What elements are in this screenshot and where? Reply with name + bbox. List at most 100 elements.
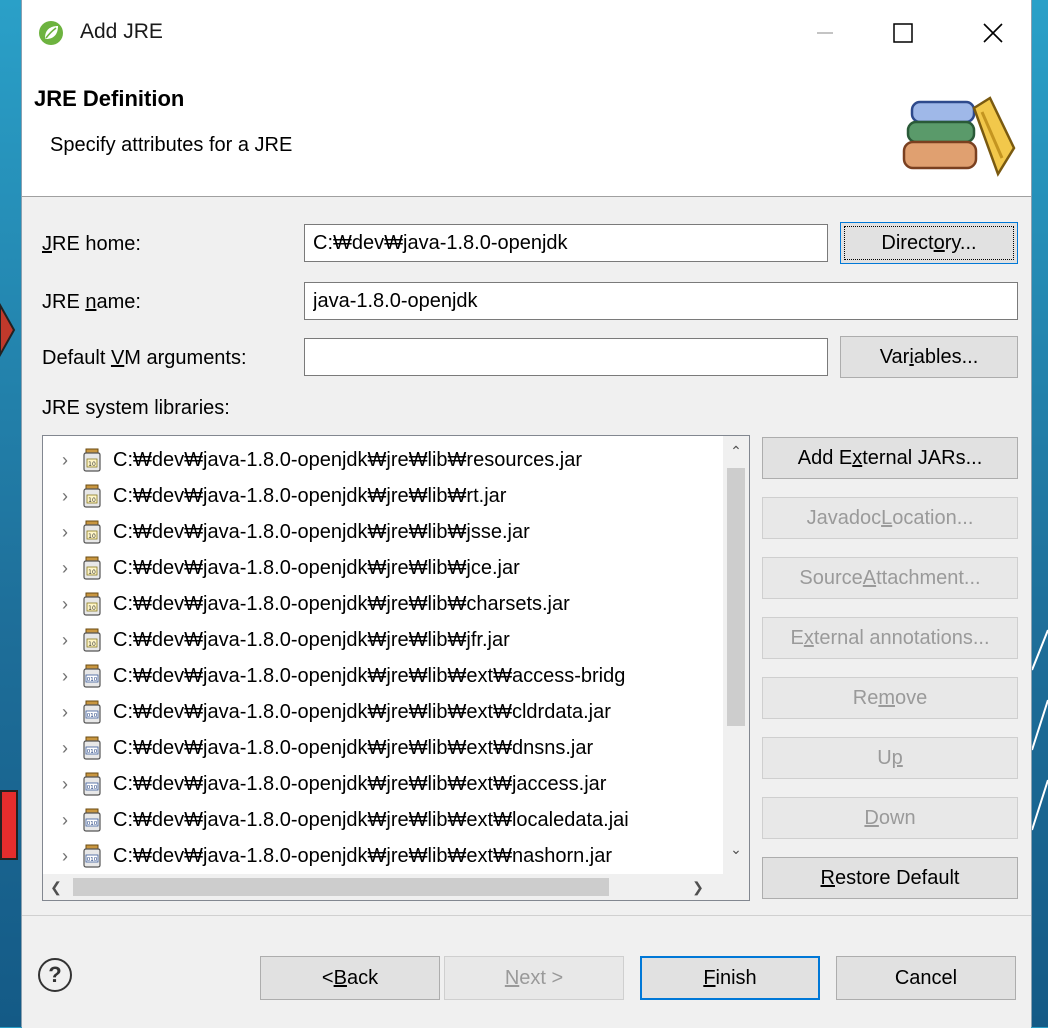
jar-binary-icon: 010: [83, 736, 101, 760]
close-button[interactable]: [970, 14, 1016, 52]
library-path: C:₩dev₩java-1.8.0-openjdk₩jre₩lib₩ext₩cl…: [113, 700, 611, 723]
finish-button[interactable]: Finish: [640, 956, 820, 1000]
vertical-scroll-thumb[interactable]: [727, 468, 745, 726]
close-icon: [983, 23, 1003, 43]
directory-button[interactable]: Direct o ry...: [840, 222, 1018, 264]
library-row[interactable]: › 10 C:₩dev₩java-1.8.0-openjdk₩jre₩lib₩jfr…: [43, 622, 723, 658]
library-path: C:₩dev₩java-1.8.0-openjdk₩jre₩lib₩ext₩ja…: [113, 772, 607, 795]
library-path: C:₩dev₩java-1.8.0-openjdk₩jre₩lib₩ext₩na…: [113, 844, 613, 867]
jre-name-input[interactable]: [304, 282, 1018, 320]
expand-chevron-icon[interactable]: ›: [55, 702, 75, 723]
svg-text:10: 10: [88, 569, 96, 576]
add-external-jars-button[interactable]: Add Ex ternal JARs...: [762, 437, 1018, 479]
library-row[interactable]: › 10 C:₩dev₩java-1.8.0-openjdk₩jre₩lib₩cha…: [43, 586, 723, 622]
jar-binary-icon: 010: [83, 772, 101, 796]
scrollbar-corner: [723, 874, 749, 900]
library-row[interactable]: › 010 C:₩dev₩java-1.8.0-openjdk₩jre₩lib₩ex…: [43, 802, 723, 838]
expand-chevron-icon[interactable]: ›: [55, 486, 75, 507]
svg-text:010: 010: [87, 677, 98, 683]
maximize-icon: [893, 23, 913, 43]
library-row[interactable]: › 10 C:₩dev₩java-1.8.0-openjdk₩jre₩lib₩jss…: [43, 514, 723, 550]
library-row[interactable]: › 010 C:₩dev₩java-1.8.0-openjdk₩jre₩lib₩ex…: [43, 658, 723, 694]
remove-button[interactable]: Re m ove: [762, 677, 1018, 719]
minimize-icon: [817, 32, 833, 34]
svg-text:10: 10: [88, 605, 96, 612]
library-row[interactable]: › 010 C:₩dev₩java-1.8.0-openjdk₩jre₩lib₩ex…: [43, 694, 723, 730]
library-path: C:₩dev₩java-1.8.0-openjdk₩jre₩lib₩ext₩dn…: [113, 736, 594, 759]
system-libraries-label: JRE system libraries:: [42, 397, 230, 419]
jar-source-icon: 10: [83, 556, 101, 580]
expand-chevron-icon[interactable]: ›: [55, 630, 75, 651]
library-books-icon: [902, 96, 1016, 177]
page-title: JRE Definition: [34, 86, 185, 111]
library-row[interactable]: › 010 C:₩dev₩java-1.8.0-openjdk₩jre₩lib₩ex…: [43, 838, 723, 874]
jar-binary-icon: 010: [83, 700, 101, 724]
expand-chevron-icon[interactable]: ›: [55, 774, 75, 795]
minimize-button[interactable]: [802, 14, 848, 52]
page-subtitle: Specify attributes for a JRE: [50, 134, 293, 156]
jar-source-icon: 10: [83, 628, 101, 652]
scroll-right-icon[interactable]: ❯: [685, 874, 711, 900]
expand-chevron-icon[interactable]: ›: [55, 522, 75, 543]
jre-name-label: JRE name:: [42, 291, 141, 313]
background-arrow-shape: [0, 302, 16, 358]
title-bar: Add JRE: [22, 0, 1031, 66]
expand-chevron-icon[interactable]: ›: [55, 846, 75, 867]
library-row[interactable]: › 10 C:₩dev₩java-1.8.0-openjdk₩jre₩lib₩res…: [43, 442, 723, 478]
help-icon[interactable]: ?: [38, 958, 72, 992]
svg-text:010: 010: [87, 713, 98, 719]
jar-source-icon: 10: [83, 520, 101, 544]
expand-chevron-icon[interactable]: ›: [55, 558, 75, 579]
svg-text:10: 10: [88, 461, 96, 468]
down-button[interactable]: Down: [762, 797, 1018, 839]
vm-arguments-label: Default VM arguments:: [42, 347, 247, 369]
jar-source-icon: 10: [83, 484, 101, 508]
scroll-down-icon[interactable]: ⌄: [723, 836, 749, 862]
background-red-marker: [0, 790, 18, 860]
cancel-button[interactable]: Cancel: [836, 956, 1016, 1000]
horizontal-scrollbar[interactable]: ❮ ❯: [43, 874, 725, 900]
svg-text:010: 010: [87, 749, 98, 755]
svg-text:10: 10: [88, 497, 96, 504]
svg-text:010: 010: [87, 857, 98, 863]
library-path: C:₩dev₩java-1.8.0-openjdk₩jre₩lib₩jsse.j…: [113, 520, 530, 543]
wizard-header: JRE Definition Specify attributes for a …: [22, 66, 1031, 197]
library-row[interactable]: › 010 C:₩dev₩java-1.8.0-openjdk₩jre₩lib₩ex…: [43, 766, 723, 802]
expand-chevron-icon[interactable]: ›: [55, 738, 75, 759]
jre-home-label: JRE home:: [42, 233, 141, 255]
vertical-scrollbar[interactable]: ⌃ ⌄: [723, 436, 749, 874]
source-attachment-button[interactable]: Source Attachment...: [762, 557, 1018, 599]
library-row[interactable]: › 010 C:₩dev₩java-1.8.0-openjdk₩jre₩lib₩ex…: [43, 730, 723, 766]
jre-home-input[interactable]: [304, 224, 828, 262]
expand-chevron-icon[interactable]: ›: [55, 450, 75, 471]
horizontal-scroll-thumb[interactable]: [73, 878, 609, 896]
next-button[interactable]: Next >: [444, 956, 624, 1000]
javadoc-location-button[interactable]: Javadoc Location...: [762, 497, 1018, 539]
restore-default-button[interactable]: Restore Default: [762, 857, 1018, 899]
up-button[interactable]: Up: [762, 737, 1018, 779]
library-path: C:₩dev₩java-1.8.0-openjdk₩jre₩lib₩resour…: [113, 448, 583, 471]
maximize-button[interactable]: [880, 14, 926, 52]
svg-text:10: 10: [88, 533, 96, 540]
add-jre-dialog: Add JRE JRE Definition Specify attribute…: [21, 0, 1032, 1028]
library-path: C:₩dev₩java-1.8.0-openjdk₩jre₩lib₩ext₩lo…: [113, 808, 629, 831]
system-libraries-tree[interactable]: › 10 C:₩dev₩java-1.8.0-openjdk₩jre₩lib₩res…: [42, 435, 750, 901]
library-path: C:₩dev₩java-1.8.0-openjdk₩jre₩lib₩jfr.ja…: [113, 628, 510, 651]
library-row[interactable]: › 10 C:₩dev₩java-1.8.0-openjdk₩jre₩lib₩rt.…: [43, 478, 723, 514]
expand-chevron-icon[interactable]: ›: [55, 810, 75, 831]
scroll-up-icon[interactable]: ⌃: [723, 438, 749, 464]
expand-chevron-icon[interactable]: ›: [55, 594, 75, 615]
jar-source-icon: 10: [83, 592, 101, 616]
vm-arguments-input[interactable]: [304, 338, 828, 376]
svg-text:010: 010: [87, 821, 98, 827]
svg-text:10: 10: [88, 641, 96, 648]
library-path: C:₩dev₩java-1.8.0-openjdk₩jre₩lib₩jce.ja…: [113, 556, 520, 579]
background-swirl-lines: [1032, 629, 1048, 831]
library-row[interactable]: › 10 C:₩dev₩java-1.8.0-openjdk₩jre₩lib₩jce…: [43, 550, 723, 586]
external-annotations-button[interactable]: Ex ternal annotations...: [762, 617, 1018, 659]
expand-chevron-icon[interactable]: ›: [55, 666, 75, 687]
scroll-left-icon[interactable]: ❮: [43, 874, 69, 900]
jar-binary-icon: 010: [83, 844, 101, 868]
back-button[interactable]: < Back: [260, 956, 440, 1000]
variables-button[interactable]: Var i ables...: [840, 336, 1018, 378]
